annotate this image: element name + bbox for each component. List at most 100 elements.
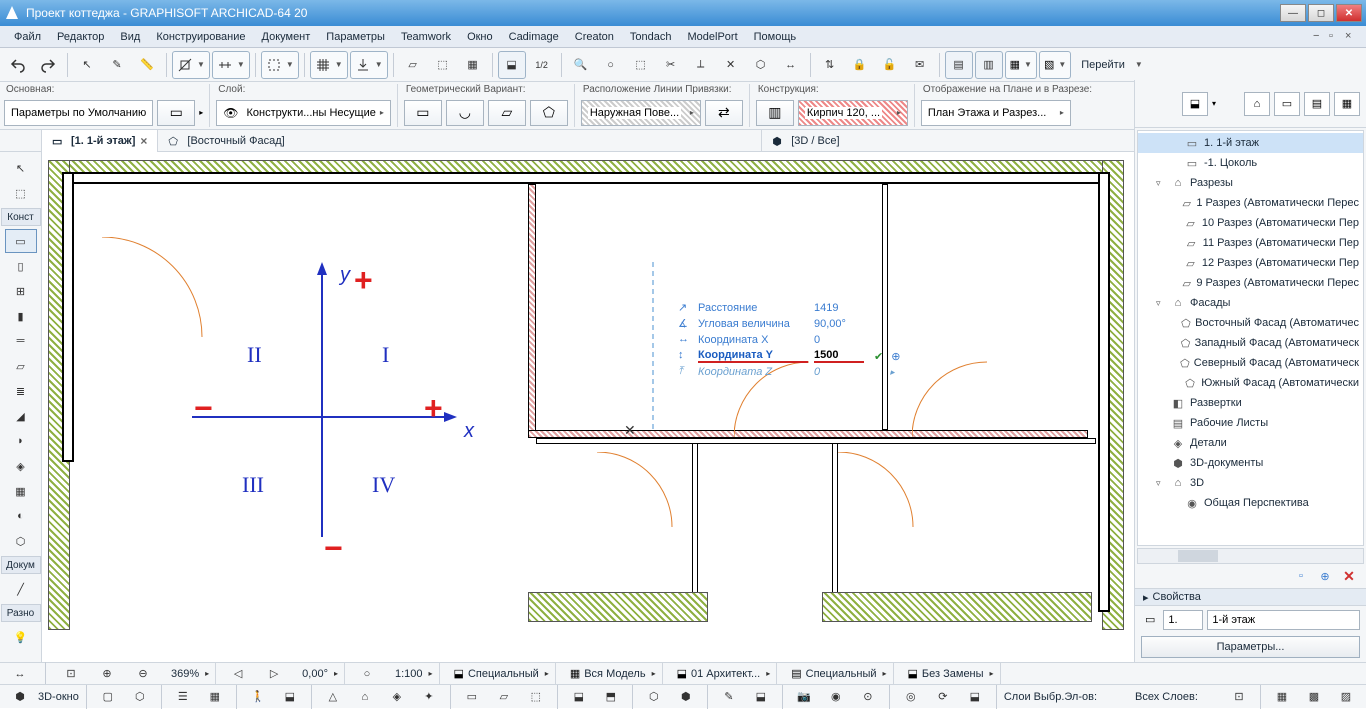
gravity-dropdown[interactable]: ▼ xyxy=(350,51,388,79)
nav-view-tab[interactable]: ▭ xyxy=(1274,92,1300,116)
spec1-value[interactable]: ⬓Специальный▸ xyxy=(448,663,556,684)
wall-tool[interactable]: ▭ xyxy=(5,229,37,253)
sb-ico13[interactable]: ⬚ xyxy=(522,683,550,711)
scale-value[interactable]: 1:100▸ xyxy=(389,663,440,684)
tree-item[interactable]: ▭-1. Цоколь xyxy=(1138,153,1363,173)
sb-ico28[interactable]: ▩ xyxy=(1300,683,1328,711)
mdi-minimize-icon[interactable]: − xyxy=(1313,30,1327,44)
nozam-value[interactable]: ⬓Без Замены▸ xyxy=(902,663,1001,684)
sb-ico18[interactable]: ✎ xyxy=(715,683,743,711)
stair-tool[interactable]: ≣ xyxy=(5,379,37,403)
curtain-tool[interactable]: ▦ xyxy=(5,479,37,503)
coordinate-tracker[interactable]: ↗Расстояние1419 ∡Угловая величина90,00° … xyxy=(678,300,900,380)
maximize-button[interactable]: ◻ xyxy=(1308,4,1334,22)
pick-button[interactable]: ↖ xyxy=(73,51,101,79)
sb-ico20[interactable]: 📷 xyxy=(790,683,818,711)
redo-button[interactable] xyxy=(34,51,62,79)
tree-item[interactable]: ▱10 Разрез (Автоматически Пер xyxy=(1138,213,1363,233)
tree-item[interactable]: ⬢3D-документы xyxy=(1138,453,1363,473)
split-button[interactable]: ✂ xyxy=(657,51,685,79)
suspend-dropdown[interactable]: ▼ xyxy=(261,51,299,79)
sb-ico3[interactable]: ☰ xyxy=(169,683,197,711)
sb-ico22[interactable]: ⊙ xyxy=(854,683,882,711)
tree-item[interactable]: ▱1 Разрез (Автоматически Перес xyxy=(1138,193,1363,213)
sb-ico9[interactable]: ◈ xyxy=(383,683,411,711)
sb-ico2[interactable]: ⬡ xyxy=(126,683,154,711)
nav-add-icon[interactable]: ⊕ xyxy=(1316,568,1334,584)
tree-item[interactable]: ▿⌂Разрезы xyxy=(1138,173,1363,193)
nav-delete-icon[interactable]: ✕ xyxy=(1340,568,1358,584)
sb-ico29[interactable]: ▨ xyxy=(1332,683,1360,711)
check-icon[interactable]: ✔ xyxy=(874,350,883,363)
sb-ico5[interactable]: 🚶 xyxy=(244,683,272,711)
tree-item[interactable]: ⬠Южный Фасад (Автоматически xyxy=(1138,373,1363,393)
tb-group-construct[interactable]: Конст xyxy=(1,208,41,226)
tree-item[interactable]: ◈Детали xyxy=(1138,433,1363,453)
tree-item[interactable]: ⬠Восточный Фасад (Автоматичес xyxy=(1138,313,1363,333)
3d-button[interactable]: ⬢ xyxy=(6,683,34,711)
navigator-tree[interactable]: ▭1. 1-й этаж▭-1. Цоколь▿⌂Разрезы▱1 Разре… xyxy=(1137,130,1364,546)
shell-tool[interactable]: ◗ xyxy=(5,429,37,453)
sb-ico12[interactable]: ▱ xyxy=(490,683,518,711)
measure-button[interactable]: 📏 xyxy=(133,51,161,79)
tree-item[interactable]: ▿⌂Фасады xyxy=(1138,293,1363,313)
spec2-value[interactable]: ▤Специальный▸ xyxy=(785,663,893,684)
sb-ico15[interactable]: ⬒ xyxy=(597,683,625,711)
tree-item[interactable]: ◧Развертки xyxy=(1138,393,1363,413)
adjust-button[interactable]: ⟂ xyxy=(687,51,715,79)
link-button[interactable]: ⬚ xyxy=(627,51,655,79)
nav-project-tab[interactable]: ⬓ xyxy=(1182,92,1208,116)
sb-ico16[interactable]: ⬡ xyxy=(640,683,668,711)
trace-button[interactable]: ⬓ xyxy=(498,51,526,79)
info-construct-input[interactable]: Кирпич 120, ...▸ xyxy=(798,100,908,126)
menu-modelport[interactable]: ModelPort xyxy=(680,29,746,45)
sb-ico19[interactable]: ⬓ xyxy=(747,683,775,711)
menu-cadimage[interactable]: Cadimage xyxy=(501,29,567,45)
tree-item[interactable]: ⬠Западный Фасад (Автоматическ xyxy=(1138,333,1363,353)
flip-button[interactable]: ⇄ xyxy=(705,100,743,126)
tb-group-misc[interactable]: Разно xyxy=(1,604,41,622)
mdi-close-icon[interactable]: × xyxy=(1345,30,1359,44)
arch-value[interactable]: ⬓01 Архитект...▸ xyxy=(671,663,778,684)
go-label[interactable]: Перейти xyxy=(1073,59,1133,71)
tree-item[interactable]: ◉Общая Перспектива xyxy=(1138,493,1363,513)
zoom-value[interactable]: 369%▸ xyxy=(165,663,216,684)
model-value[interactable]: ▦Вся Модель▸ xyxy=(564,663,663,684)
nav-new-icon[interactable]: ▫ xyxy=(1292,568,1310,584)
sb-ico17[interactable]: ⬢ xyxy=(672,683,700,711)
palette1-button[interactable]: ▤ xyxy=(945,51,973,79)
nav-publisher-tab[interactable]: ▦ xyxy=(1334,92,1360,116)
geom-trap-icon[interactable]: ▱ xyxy=(488,100,526,126)
tree-item[interactable]: ▱9 Разрез (Автоматически Перес xyxy=(1138,273,1363,293)
menu-design[interactable]: Конструирование xyxy=(148,29,253,45)
grid-dropdown[interactable]: ▼ xyxy=(310,51,348,79)
3d-window-label[interactable]: 3D-окно xyxy=(38,691,79,703)
nav-params-button[interactable]: Параметры... xyxy=(1141,636,1360,658)
target-icon[interactable]: ⊕ xyxy=(891,350,900,363)
view-opt-button[interactable]: ▦ xyxy=(459,51,487,79)
marquee-tool[interactable]: ⬚ xyxy=(5,181,37,205)
wall-preview-icon[interactable]: ▭ xyxy=(157,100,195,126)
menu-document[interactable]: Документ xyxy=(254,29,319,45)
sb-ico24[interactable]: ⟳ xyxy=(929,683,957,711)
fillet-button[interactable]: ⬡ xyxy=(747,51,775,79)
menu-window[interactable]: Окно xyxy=(459,29,501,45)
tree-item[interactable]: ▱12 Разрез (Автоматически Пер xyxy=(1138,253,1363,273)
morph-tool[interactable]: ◐ xyxy=(5,504,37,528)
sb-ico8[interactable]: ⌂ xyxy=(351,683,379,711)
geom-curved-icon[interactable]: ◡ xyxy=(446,100,484,126)
resize-button[interactable]: ↔ xyxy=(777,51,805,79)
angle-value[interactable]: 0,00°▸ xyxy=(296,663,345,684)
door-tool[interactable]: ▯ xyxy=(5,254,37,278)
info-layer-input[interactable]: Конструкти...ны Несущие▸ xyxy=(216,100,391,126)
release-button[interactable]: 🔓 xyxy=(876,51,904,79)
column-tool[interactable]: ▮ xyxy=(5,304,37,328)
arrow-tool[interactable]: ↖ xyxy=(5,156,37,180)
sb-ico26[interactable]: ⊡ xyxy=(1225,683,1253,711)
object-tool[interactable]: ⬡ xyxy=(5,529,37,553)
tree-item[interactable]: ▿⌂3D xyxy=(1138,473,1363,493)
tree-item[interactable]: ▭1. 1-й этаж xyxy=(1138,133,1363,153)
nav-field-number[interactable]: 1. xyxy=(1163,610,1203,630)
tab-plan[interactable]: ▭ [1. 1-й этаж] × xyxy=(42,130,158,152)
edit-plane-button[interactable]: ▱ xyxy=(399,51,427,79)
